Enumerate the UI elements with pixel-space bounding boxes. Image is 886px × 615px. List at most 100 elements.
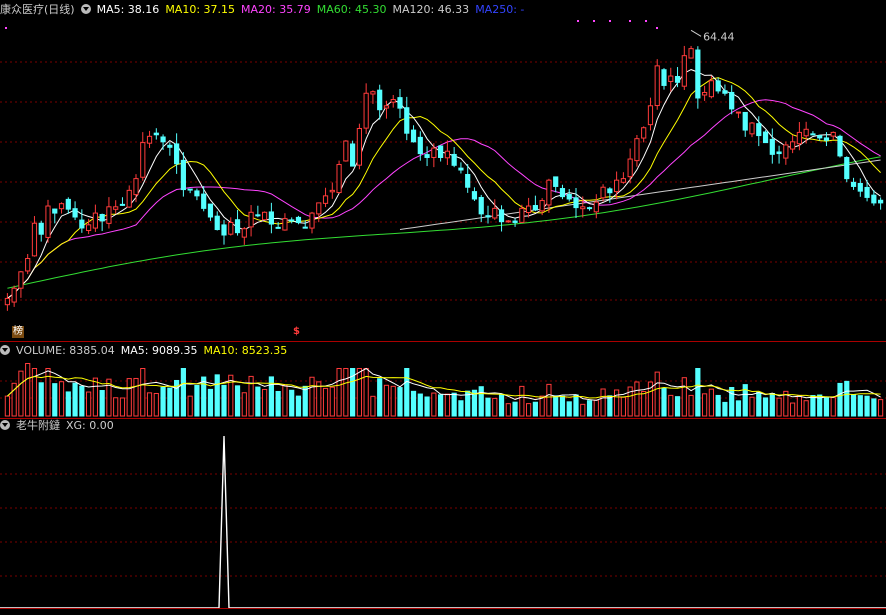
volume-bar: [485, 397, 491, 417]
xg-signal-line: [0, 435, 886, 609]
signal-dot: [577, 20, 579, 22]
volume-bar: [722, 401, 728, 417]
candle-up: [688, 48, 694, 59]
signal-dot: [593, 20, 595, 22]
candle-up: [539, 200, 545, 212]
volume-bar: [194, 384, 200, 417]
volume-bar: [234, 385, 241, 417]
candle-down: [871, 194, 877, 204]
candle-down: [201, 193, 207, 209]
volume-bar: [356, 368, 362, 417]
volume-bar: [593, 399, 599, 417]
candle-up: [749, 122, 755, 135]
candle-down: [810, 133, 816, 136]
candle-down: [79, 219, 85, 229]
volume-bar: [573, 394, 579, 417]
candle-up: [519, 207, 525, 223]
candle-up: [309, 212, 315, 229]
candle-down: [837, 135, 843, 157]
candle-down: [52, 208, 58, 214]
candle-up: [329, 189, 335, 193]
candle-up: [803, 128, 809, 137]
candle-up: [614, 179, 620, 193]
volume-bar: [790, 402, 796, 417]
volume-bar: [65, 391, 71, 417]
volume-bar: [607, 395, 613, 417]
volume-bar: [668, 394, 674, 417]
volume-bar: [749, 396, 755, 417]
volume-bar: [837, 382, 843, 417]
volume-settings-icon[interactable]: [0, 345, 10, 355]
candle-down: [404, 107, 410, 134]
volume-bar: [214, 374, 220, 417]
volume-ma10: MA10: 8523.35: [203, 344, 288, 357]
signal-dot: [629, 20, 631, 22]
volume-bar: [248, 375, 254, 417]
candle-up: [620, 178, 626, 183]
candle-up: [580, 206, 586, 210]
volume-bar: [309, 376, 315, 417]
volume-bar: [72, 382, 78, 417]
volume-bar: [641, 391, 647, 417]
candle-up: [262, 211, 268, 221]
volume-bar: [661, 387, 667, 417]
indicator-settings-icon[interactable]: [0, 420, 10, 430]
volume-bar: [397, 387, 403, 417]
candle-up: [708, 80, 714, 98]
candle-down: [275, 226, 281, 229]
volume-bar: [4, 395, 10, 417]
candle-down: [465, 174, 471, 188]
volume-bar: [86, 391, 92, 417]
candle-up: [634, 138, 640, 162]
candle-down: [661, 69, 667, 86]
candle-down: [295, 216, 302, 223]
candle-up: [25, 257, 31, 272]
signal-dot: [656, 27, 658, 29]
volume-bar: [614, 389, 620, 417]
volume-value: VOLUME: 8385.04: [16, 344, 115, 357]
volume-bar: [681, 377, 687, 417]
candle-down: [742, 111, 748, 131]
candle-up: [18, 271, 24, 289]
volume-bar: [126, 378, 132, 417]
volume-bar: [417, 393, 423, 417]
volume-bar: [823, 397, 830, 417]
candle-down: [207, 203, 214, 218]
volume-bar: [498, 393, 505, 417]
volume-bar: [803, 400, 809, 417]
volume-bar: [708, 388, 714, 417]
volume-bar: [45, 368, 51, 417]
volume-bar: [167, 387, 173, 417]
candle-up: [390, 99, 396, 103]
peak-pointer: [690, 29, 702, 37]
volume-bar: [864, 395, 870, 417]
candle-down: [410, 129, 417, 143]
candle-down: [586, 207, 593, 210]
candle-up: [322, 195, 329, 204]
candle-down: [289, 219, 295, 222]
candle-down: [255, 214, 261, 217]
candle-down: [776, 151, 782, 155]
volume-bar: [492, 397, 498, 417]
candle-down: [762, 131, 769, 144]
candle-up: [783, 144, 789, 159]
candle-up: [31, 222, 38, 257]
volume-bar: [634, 381, 640, 417]
bang-badge: 榜: [12, 326, 24, 338]
candle-up: [140, 142, 146, 178]
candle-down: [512, 220, 518, 223]
candle-down: [438, 145, 444, 158]
volume-bar: [79, 385, 85, 417]
candle-up: [58, 203, 65, 210]
candle-down: [451, 153, 457, 166]
volume-bar: [654, 371, 660, 417]
volume-bar: [850, 394, 857, 417]
kline-chart[interactable]: 64.44: [0, 0, 886, 615]
candle-up: [593, 201, 599, 213]
candle-up: [248, 211, 254, 228]
volume-bar: [404, 368, 410, 417]
candle-up: [356, 128, 362, 166]
volume-bar: [796, 394, 802, 417]
volume-bar: [160, 386, 166, 417]
volume-bar: [221, 384, 227, 417]
